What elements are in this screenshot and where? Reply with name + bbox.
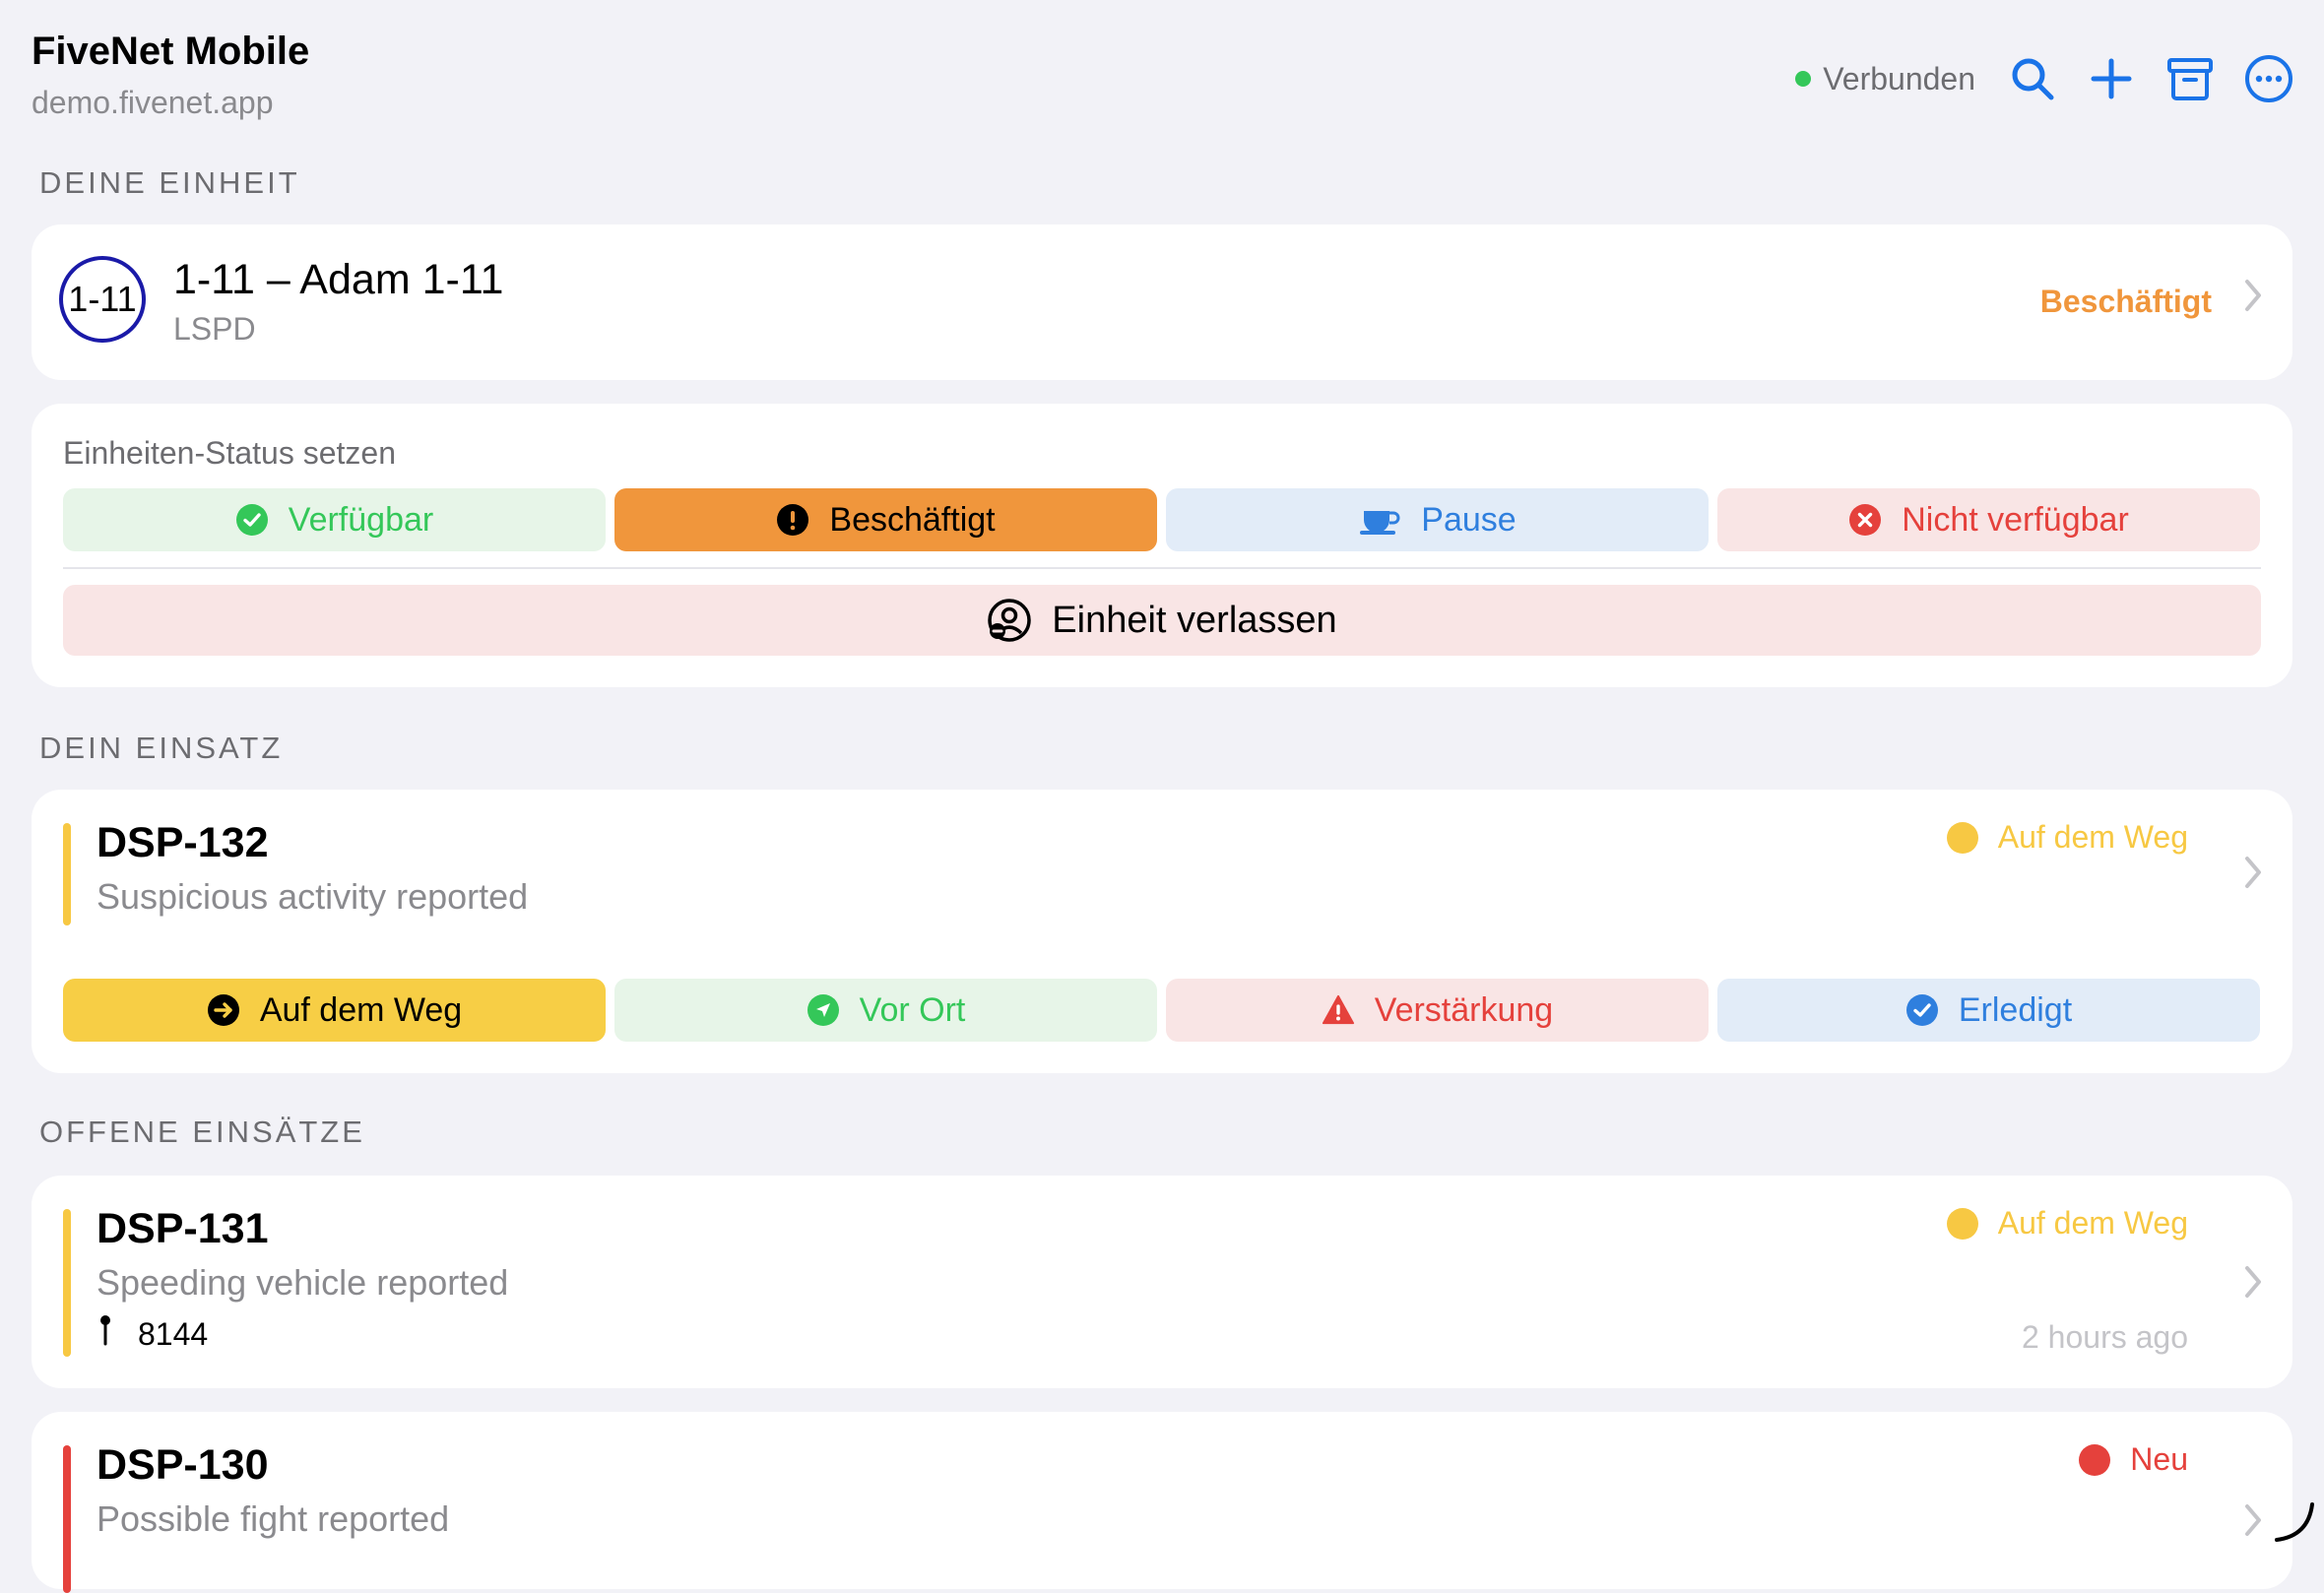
incident-id: DSP-130 xyxy=(97,1441,269,1489)
archive-icon[interactable] xyxy=(2164,53,2216,104)
divider xyxy=(63,567,2261,569)
connection-status: Verbunden xyxy=(1795,61,1975,97)
status-dot-icon xyxy=(1946,821,1978,854)
status-done-button[interactable]: Erledigt xyxy=(1717,979,2260,1042)
coffee-cup-icon xyxy=(1358,503,1401,537)
server-url: demo.fivenet.app xyxy=(32,85,274,120)
leave-unit-button[interactable]: Einheit verlassen xyxy=(63,585,2261,656)
incident-status: Auf dem Weg xyxy=(1946,819,2188,856)
status-busy-button[interactable]: Beschäftigt xyxy=(614,488,1157,551)
check-badge-icon xyxy=(1905,993,1939,1027)
location-arrow-icon xyxy=(807,993,840,1027)
chevron-right-icon xyxy=(2243,278,2263,323)
your-unit-card[interactable]: 1-11 1-11 – Adam 1-11 LSPD Beschäftigt xyxy=(32,224,2292,380)
chevron-right-icon xyxy=(2243,1502,2263,1543)
status-pause-label: Pause xyxy=(1421,500,1517,539)
connection-dot-icon xyxy=(1795,71,1812,87)
incident-description: Possible fight reported xyxy=(97,1498,450,1539)
check-circle-icon xyxy=(235,503,269,537)
status-unavailable-label: Nicht verfügbar xyxy=(1902,500,2129,539)
unit-badge: 1-11 xyxy=(59,256,146,343)
x-circle-icon xyxy=(1848,503,1882,537)
status-dot-icon xyxy=(1946,1207,1978,1240)
incident-description: Speeding vehicle reported xyxy=(97,1262,509,1303)
incident-status: Neu xyxy=(2079,1441,2188,1478)
app-title: FiveNet Mobile xyxy=(32,30,310,73)
incident-status-stripe xyxy=(63,823,71,925)
status-en-route-label: Auf dem Weg xyxy=(259,990,463,1029)
unit-status-card: Einheiten-Status setzen Verfügbar Beschä… xyxy=(32,404,2292,687)
incident-status: Auf dem Weg xyxy=(1946,1205,2188,1242)
chevron-right-icon xyxy=(2243,1264,2263,1305)
arrow-right-circle-icon xyxy=(207,993,240,1027)
connection-label: Verbunden xyxy=(1823,60,1975,96)
plus-icon[interactable] xyxy=(2086,53,2137,104)
exclamation-circle-icon xyxy=(776,503,809,537)
unit-status-title: Einheiten-Status setzen xyxy=(63,435,396,471)
search-icon[interactable] xyxy=(2007,53,2058,104)
status-pause-button[interactable]: Pause xyxy=(1166,488,1709,551)
your-incident-card: DSP-132 Suspicious activity reported Auf… xyxy=(32,790,2292,1073)
header-actions: Verbunden xyxy=(1795,49,2294,108)
open-incident-card[interactable]: DSP-130 Possible fight reported Neu xyxy=(32,1412,2292,1593)
leave-unit-label: Einheit verlassen xyxy=(1052,599,1337,641)
status-backup-label: Verstärkung xyxy=(1374,990,1554,1029)
resize-handle-icon[interactable] xyxy=(2273,1500,2316,1544)
section-label-your-unit: DEINE EINHEIT xyxy=(39,165,300,200)
incident-location: 8144 xyxy=(97,1313,208,1355)
section-label-open-incidents: OFFENE EINSÄTZE xyxy=(39,1115,365,1149)
status-on-scene-button[interactable]: Vor Ort xyxy=(614,979,1157,1042)
incident-status-label: Neu xyxy=(2130,1441,2188,1477)
incident-location-label: 8144 xyxy=(138,1315,209,1352)
status-en-route-button[interactable]: Auf dem Weg xyxy=(63,979,606,1042)
chevron-right-icon xyxy=(2243,855,2263,895)
incident-id: DSP-132 xyxy=(97,819,269,866)
incident-status-label: Auf dem Weg xyxy=(1997,819,2188,855)
unit-status-buttons: Verfügbar Beschäftigt Pause Nicht verfüg… xyxy=(63,488,2261,551)
unit-status-label: Beschäftigt xyxy=(2039,284,2212,319)
unit-title: 1-11 – Adam 1-11 xyxy=(173,256,504,303)
leave-unit-icon xyxy=(987,598,1032,643)
status-on-scene-label: Vor Ort xyxy=(859,990,966,1029)
your-incident-header[interactable]: DSP-132 Suspicious activity reported Auf… xyxy=(32,790,2292,937)
status-backup-button[interactable]: Verstärkung xyxy=(1166,979,1709,1042)
incident-description: Suspicious activity reported xyxy=(97,876,529,917)
status-available-button[interactable]: Verfügbar xyxy=(63,488,606,551)
status-dot-icon xyxy=(2079,1443,2111,1476)
incident-status-buttons: Auf dem Weg Vor Ort Verstärkung Erledigt xyxy=(63,979,2261,1042)
incident-status-stripe xyxy=(63,1445,71,1593)
map-pin-icon xyxy=(97,1313,114,1355)
status-unavailable-button[interactable]: Nicht verfügbar xyxy=(1717,488,2260,551)
incident-status-stripe xyxy=(63,1209,71,1357)
unit-department: LSPD xyxy=(173,311,256,347)
incident-status-label: Auf dem Weg xyxy=(1997,1205,2188,1241)
incident-id: DSP-131 xyxy=(97,1205,269,1252)
open-incident-card[interactable]: DSP-131 Speeding vehicle reported 8144 A… xyxy=(32,1176,2292,1388)
status-busy-label: Beschäftigt xyxy=(829,500,996,539)
more-icon[interactable] xyxy=(2243,53,2294,104)
status-done-label: Erledigt xyxy=(1958,990,2073,1029)
incident-time: 2 hours ago xyxy=(2021,1319,2188,1355)
status-available-label: Verfügbar xyxy=(288,500,434,539)
warning-triangle-icon xyxy=(1322,993,1355,1027)
section-label-your-incident: DEIN EINSATZ xyxy=(39,731,284,765)
